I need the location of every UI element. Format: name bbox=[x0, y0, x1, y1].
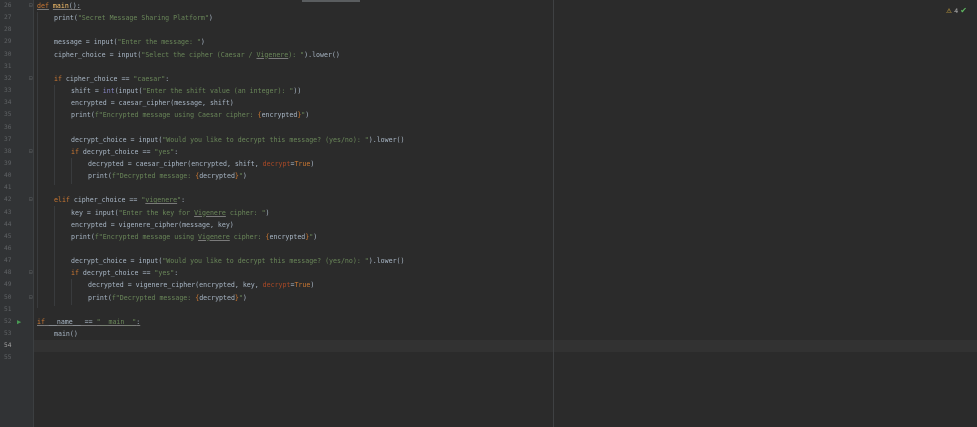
line-number: 33 bbox=[4, 87, 12, 95]
code-line-42: elif cipher_choice == "vigenere": bbox=[54, 196, 186, 205]
code-line-29: message = input("Enter the message: ") bbox=[54, 38, 205, 47]
fold-marker-icon[interactable]: ⊟ bbox=[29, 73, 35, 85]
line-number: 37 bbox=[4, 135, 12, 143]
line-number: 48 bbox=[4, 269, 12, 277]
line-number: 32 bbox=[4, 74, 12, 82]
fold-marker-icon[interactable]: ⊟ bbox=[29, 146, 35, 158]
code-line-34: encrypted = caesar_cipher(message, shift… bbox=[71, 99, 234, 108]
warning-count: 4 bbox=[954, 7, 959, 15]
code-line-33: shift = int(input("Enter the shift value… bbox=[71, 87, 302, 96]
line-number: 42 bbox=[4, 196, 12, 204]
code-line-30: cipher_choice = input("Select the cipher… bbox=[54, 50, 340, 59]
code-editor[interactable]: 26 27 28 29 30 31 32 33 34 35 36 37 38 39 40 41 42 43 44 45… bbox=[0, 0, 977, 427]
line-number: 43 bbox=[4, 208, 12, 216]
indent-guide bbox=[71, 158, 72, 184]
code-line-45: print(f"Encrypted message using Vigenere… bbox=[71, 232, 318, 241]
inspection-widget[interactable]: ⚠ 4 ✔ bbox=[946, 6, 967, 15]
code-line-35: print(f"Encrypted message using Caesar c… bbox=[71, 111, 310, 120]
line-number: 30 bbox=[4, 50, 12, 58]
line-number: 40 bbox=[4, 172, 12, 180]
line-number: 28 bbox=[4, 26, 12, 34]
fold-marker-icon[interactable]: ⊟ bbox=[29, 267, 35, 279]
line-number: 36 bbox=[4, 123, 12, 131]
fold-marker-icon[interactable]: ⊟ bbox=[29, 194, 35, 206]
code-line-32: if cipher_choice == "caesar": bbox=[54, 74, 170, 83]
code-line-53: main() bbox=[54, 330, 78, 339]
line-number: 54 bbox=[4, 342, 12, 350]
line-number: 39 bbox=[4, 159, 12, 167]
code-line-37: decrypt_choice = input("Would you like t… bbox=[71, 135, 405, 144]
code-line-48: if decrypt_choice == "yes": bbox=[71, 269, 179, 278]
line-number: 29 bbox=[4, 38, 12, 46]
line-number: 45 bbox=[4, 232, 12, 240]
indent-guide bbox=[37, 12, 38, 308]
code-line-38: if decrypt_choice == "yes": bbox=[71, 147, 179, 156]
code-line-50: print(f"Decrypted message: {decrypted}") bbox=[88, 293, 247, 302]
line-number: 31 bbox=[4, 62, 12, 70]
line-number: 49 bbox=[4, 281, 12, 289]
indent-guide bbox=[71, 279, 72, 305]
line-number: 55 bbox=[4, 354, 12, 362]
checkmark-icon: ✔ bbox=[960, 6, 967, 15]
line-number: 51 bbox=[4, 305, 12, 313]
code-line-39: decrypted = caesar_cipher(encrypted, shi… bbox=[88, 159, 315, 168]
line-number: 53 bbox=[4, 330, 12, 338]
indent-guide bbox=[54, 206, 55, 306]
code-line-26: def main(): bbox=[37, 2, 81, 10]
line-number: 52 bbox=[4, 317, 12, 325]
fold-marker-icon[interactable]: ⊟ bbox=[29, 0, 35, 12]
line-number: 27 bbox=[4, 14, 12, 22]
line-number: 50 bbox=[4, 293, 12, 301]
indent-guide bbox=[54, 85, 55, 185]
line-number: 47 bbox=[4, 257, 12, 265]
code-line-49: decrypted = vigenere_cipher(encrypted, k… bbox=[88, 281, 315, 290]
warning-triangle-icon: ⚠ bbox=[946, 7, 952, 15]
code-line-27: print("Secret Message Sharing Platform") bbox=[54, 14, 213, 23]
line-number: 35 bbox=[4, 111, 12, 119]
line-number: 41 bbox=[4, 184, 12, 192]
code-line-44: encrypted = vigenere_cipher(message, key… bbox=[71, 220, 234, 229]
line-number: 38 bbox=[4, 147, 12, 155]
line-number: 46 bbox=[4, 245, 12, 252]
code-line-43: key = input("Enter the key for Vigenere … bbox=[71, 208, 270, 217]
code-line-52: if __name__ == "__main__": bbox=[37, 317, 141, 326]
line-number: 34 bbox=[4, 99, 12, 107]
horizontal-scroll-thumb[interactable] bbox=[302, 0, 360, 2]
code-line-47: decrypt_choice = input("Would you like t… bbox=[71, 257, 405, 266]
code-line-40: print(f"Decrypted message: {decrypted}") bbox=[88, 172, 247, 181]
current-line-highlight bbox=[34, 340, 977, 353]
run-gutter-icon[interactable]: ▶ bbox=[17, 316, 25, 328]
line-number: 44 bbox=[4, 220, 12, 228]
line-number: 26 bbox=[4, 2, 12, 9]
fold-marker-icon[interactable]: ⊟ bbox=[29, 292, 35, 304]
right-margin-guide bbox=[553, 0, 554, 427]
